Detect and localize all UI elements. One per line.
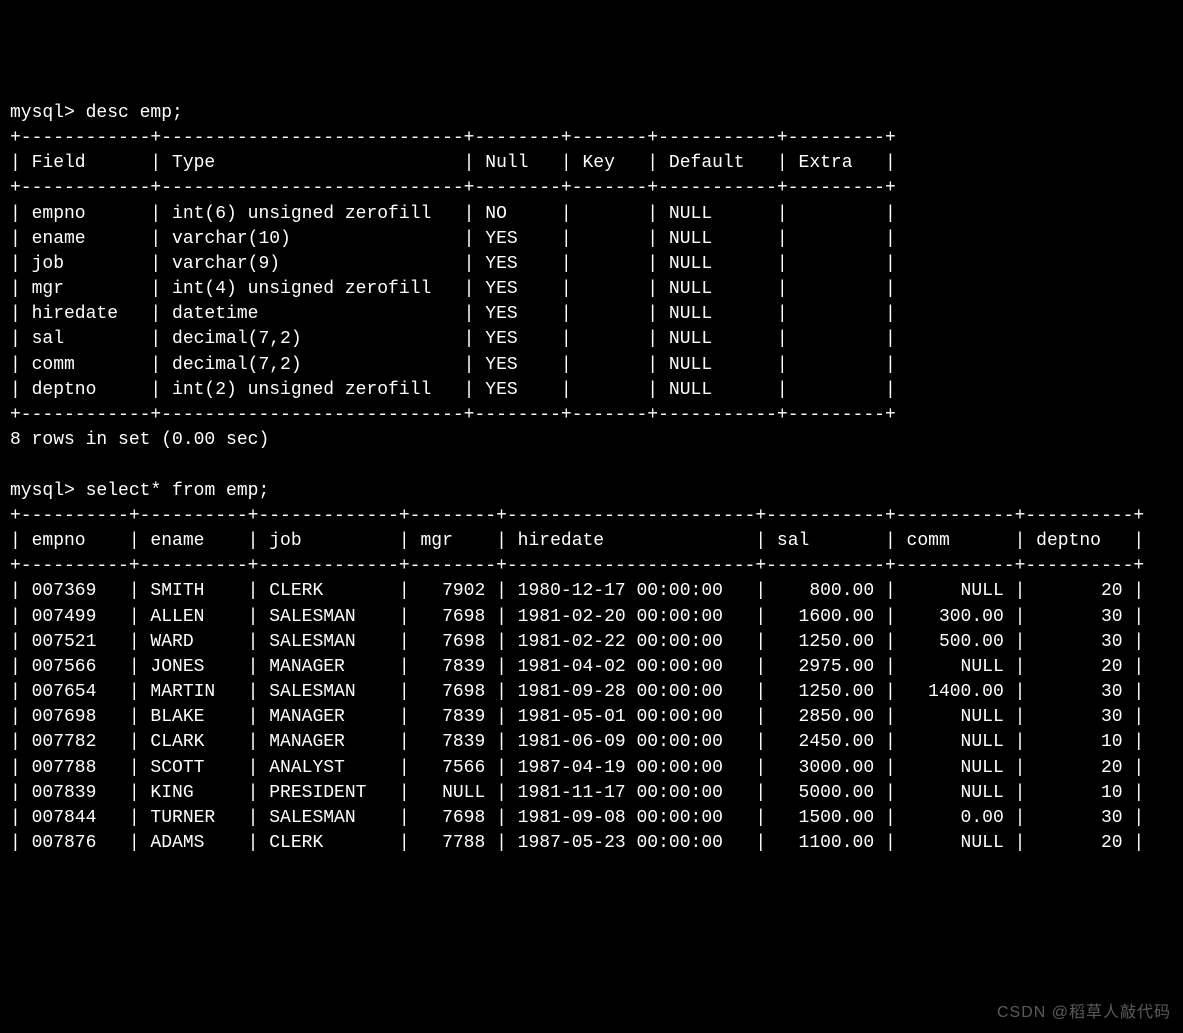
table-body: | 007369 | SMITH | CLERK | 7902 | 1980-1… [10, 581, 1144, 853]
result-summary: 8 rows in set (0.00 sec) [10, 430, 269, 450]
table-header-row: | Field | Type | Null | Key | Default | … [10, 153, 896, 173]
table-border: +----------+----------+-------------+---… [10, 556, 1144, 576]
table-header-row: | empno | ename | job | mgr | hiredate |… [10, 531, 1144, 551]
table-border: +------------+--------------------------… [10, 128, 896, 148]
table-border: +------------+--------------------------… [10, 178, 896, 198]
table-border: +----------+----------+-------------+---… [10, 506, 1144, 526]
table-body: | empno | int(6) unsigned zerofill | NO … [10, 204, 896, 400]
prompt: mysql> desc emp; [10, 103, 183, 123]
table-border: +------------+--------------------------… [10, 405, 896, 425]
watermark: CSDN @稻草人敲代码 [997, 1002, 1171, 1024]
terminal-output: mysql> desc emp; +------------+---------… [0, 101, 1183, 857]
prompt: mysql> select* from emp; [10, 481, 269, 501]
